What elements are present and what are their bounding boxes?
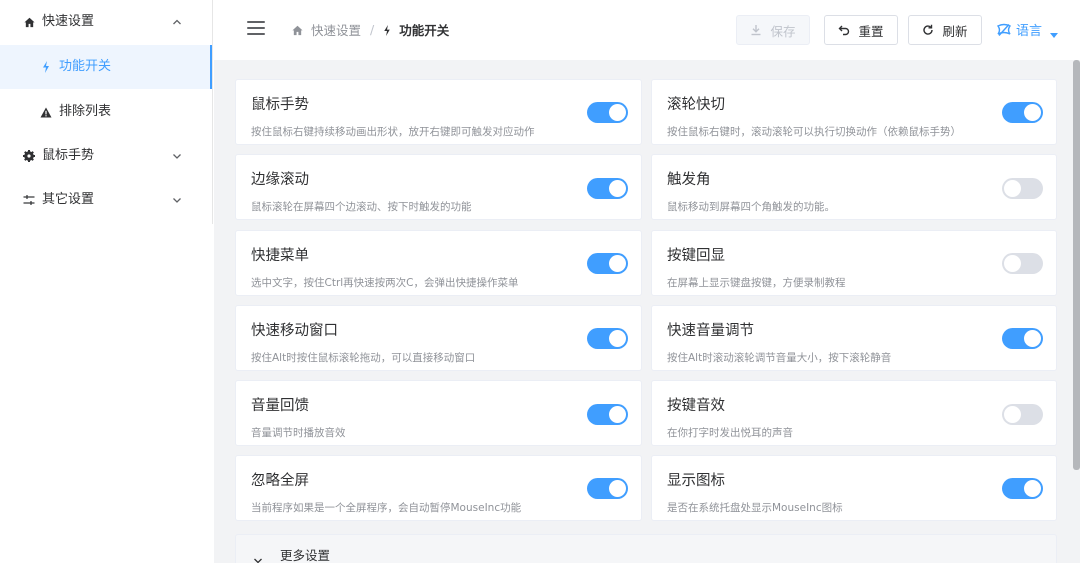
download-icon xyxy=(750,24,762,36)
feature-card-key-sound: 按键音效 在你打字时发出悦耳的声音 xyxy=(651,380,1057,446)
breadcrumb-separator: / xyxy=(370,21,375,37)
feature-description: 音量调节时播放音效 xyxy=(251,427,346,439)
reset-button[interactable]: 重置 xyxy=(824,15,898,45)
sidebar-item-label: 其它设置 xyxy=(42,192,95,207)
feature-card-volume-feedback: 音量回馈 音量调节时播放音效 xyxy=(235,380,642,446)
refresh-button[interactable]: 刷新 xyxy=(908,15,982,45)
home-icon xyxy=(292,24,303,35)
feature-description: 在你打字时发出悦耳的声音 xyxy=(667,427,793,439)
breadcrumb-parent[interactable]: 快速设置 xyxy=(311,20,361,39)
sidebar-item-other-settings[interactable]: 其它设置 xyxy=(0,178,212,222)
hamburger-menu-icon[interactable] xyxy=(247,21,265,35)
bolt-icon xyxy=(383,24,391,36)
feature-toggle[interactable] xyxy=(1002,178,1043,199)
breadcrumb: 快速设置 / 功能开关 xyxy=(292,20,449,38)
feature-description: 按住Alt时按住鼠标滚轮拖动，可以直接移动窗口 xyxy=(251,352,476,364)
feature-title: 忽略全屏 xyxy=(251,473,309,489)
sidebar-item-mouse-gestures[interactable]: 鼠标手势 xyxy=(0,134,212,178)
save-label: 保存 xyxy=(770,23,796,39)
save-button[interactable]: 保存 xyxy=(736,15,810,45)
feature-card-key-echo: 按键回显 在屏幕上显示键盘按键，方便录制教程 xyxy=(651,230,1057,296)
bolt-icon xyxy=(39,60,53,74)
sidebar-item-exclusion-list[interactable]: 排除列表 xyxy=(0,90,212,134)
chevron-down-icon xyxy=(171,150,183,162)
caret-down-icon xyxy=(1050,27,1059,38)
feature-description: 在屏幕上显示键盘按键，方便录制教程 xyxy=(667,277,846,289)
refresh-label: 刷新 xyxy=(942,23,968,39)
chevron-up-icon xyxy=(171,16,183,28)
feature-toggle[interactable] xyxy=(587,178,628,199)
sidebar-item-feature-switches[interactable]: 功能开关 xyxy=(0,45,212,89)
feature-title: 滚轮快切 xyxy=(667,97,725,113)
feature-toggle[interactable] xyxy=(587,404,628,425)
feature-toggle[interactable] xyxy=(587,102,628,123)
sidebar-item-label: 排除列表 xyxy=(59,104,112,119)
feature-card-ignore-fullscreen: 忽略全屏 当前程序如果是一个全屏程序，会自动暂停MouseInc功能 xyxy=(235,455,642,521)
sidebar-item-label: 鼠标手势 xyxy=(42,148,95,163)
feature-title: 边缘滚动 xyxy=(251,172,309,188)
reset-label: 重置 xyxy=(858,23,884,39)
sidebar-divider xyxy=(212,0,213,224)
feature-description: 按住鼠标右键时，滚动滚轮可以执行切换动作（依赖鼠标手势） xyxy=(667,126,961,138)
feature-title: 鼠标手势 xyxy=(251,97,309,113)
warning-icon xyxy=(39,105,53,119)
feature-toggle[interactable] xyxy=(1002,328,1043,349)
sidebar: 快速设置 功能开关 排除列表 鼠标手势 其它设置 xyxy=(0,0,214,563)
language-dropdown[interactable]: 语言 xyxy=(996,20,1059,39)
gear-icon xyxy=(22,149,36,163)
feature-title: 触发角 xyxy=(667,172,711,188)
feature-toggle[interactable] xyxy=(587,253,628,274)
more-settings-label: 更多设置 xyxy=(280,548,331,563)
feature-toggle[interactable] xyxy=(1002,253,1043,274)
language-label: 语言 xyxy=(1016,24,1043,39)
feature-description: 选中文字，按住Ctrl再快速按两次C，会弹出快捷操作菜单 xyxy=(251,277,519,289)
header: 快速设置 / 功能开关 保存 重置 刷新 语言 xyxy=(214,0,1080,60)
sidebar-item-label: 功能开关 xyxy=(59,59,112,74)
more-settings-collapse[interactable]: 更多设置 xyxy=(235,534,1057,563)
refresh-icon xyxy=(922,24,934,36)
feature-title: 按键回显 xyxy=(667,248,725,264)
sidebar-item-label: 快速设置 xyxy=(42,14,95,29)
feature-toggle[interactable] xyxy=(587,328,628,349)
chevron-down-icon xyxy=(171,194,183,206)
sliders-icon xyxy=(22,193,36,207)
undo-icon xyxy=(838,24,850,36)
sidebar-item-quick-settings[interactable]: 快速设置 xyxy=(0,0,212,44)
feature-title: 快捷菜单 xyxy=(251,248,309,264)
feature-description: 按住Alt时滚动滚轮调节音量大小，按下滚轮静音 xyxy=(667,352,892,364)
feature-toggle[interactable] xyxy=(1002,478,1043,499)
feature-card-quick-volume: 快速音量调节 按住Alt时滚动滚轮调节音量大小，按下滚轮静音 xyxy=(651,305,1057,371)
feature-toggle[interactable] xyxy=(1002,102,1043,123)
feature-card-mouse-gesture: 鼠标手势 按住鼠标右键持续移动画出形状，放开右键即可触发对应动作 xyxy=(235,79,642,145)
feature-description: 是否在系统托盘处显示MouseInc图标 xyxy=(667,502,843,514)
feature-title: 快速移动窗口 xyxy=(251,323,338,339)
breadcrumb-current: 功能开关 xyxy=(399,22,450,38)
feature-description: 鼠标移动到屏幕四个角触发的功能。 xyxy=(667,201,835,213)
chevron-down-icon xyxy=(253,550,263,563)
feature-toggle[interactable] xyxy=(587,478,628,499)
feature-card-edge-scroll: 边缘滚动 鼠标滚轮在屏幕四个边滚动、按下时触发的功能 xyxy=(235,154,642,220)
feature-card-quick-menu: 快捷菜单 选中文字，按住Ctrl再快速按两次C，会弹出快捷操作菜单 xyxy=(235,230,642,296)
feature-card-hot-corner: 触发角 鼠标移动到屏幕四个角触发的功能。 xyxy=(651,154,1057,220)
feature-card-quick-move-window: 快速移动窗口 按住Alt时按住鼠标滚轮拖动，可以直接移动窗口 xyxy=(235,305,642,371)
feature-description: 按住鼠标右键持续移动画出形状，放开右键即可触发对应动作 xyxy=(251,126,535,138)
feature-card-wheel-switch: 滚轮快切 按住鼠标右键时，滚动滚轮可以执行切换动作（依赖鼠标手势） xyxy=(651,79,1057,145)
feature-title: 按键音效 xyxy=(667,398,725,414)
feature-card-show-icon: 显示图标 是否在系统托盘处显示MouseInc图标 xyxy=(651,455,1057,521)
language-icon xyxy=(996,23,1012,37)
feature-title: 显示图标 xyxy=(667,473,725,489)
feature-description: 鼠标滚轮在屏幕四个边滚动、按下时触发的功能 xyxy=(251,201,472,213)
feature-title: 快速音量调节 xyxy=(667,323,754,339)
feature-toggle[interactable] xyxy=(1002,404,1043,425)
scrollbar[interactable] xyxy=(1073,60,1080,470)
home-icon xyxy=(22,15,36,29)
feature-description: 当前程序如果是一个全屏程序，会自动暂停MouseInc功能 xyxy=(251,502,522,514)
feature-title: 音量回馈 xyxy=(251,398,309,414)
